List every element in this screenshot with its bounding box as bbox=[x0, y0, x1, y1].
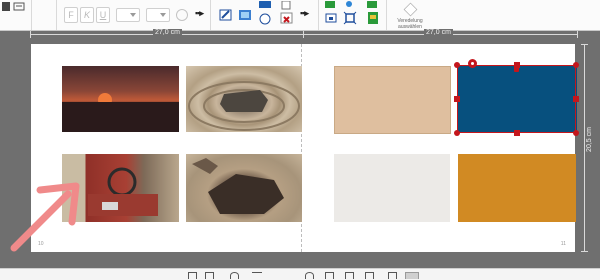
shape-icon[interactable] bbox=[258, 12, 272, 26]
zoom-in-icon[interactable] bbox=[305, 272, 314, 279]
grid-view-icon[interactable] bbox=[205, 272, 214, 279]
expand-icon[interactable] bbox=[345, 272, 354, 279]
fill-color-dropdown[interactable] bbox=[146, 8, 170, 22]
fit-page-icon[interactable] bbox=[325, 272, 334, 279]
resize-handle-bottom-right[interactable] bbox=[573, 130, 579, 136]
annotation-arrow-icon bbox=[10, 182, 80, 252]
light-gray-color-block[interactable] bbox=[334, 154, 450, 222]
resize-handle-top-inner[interactable] bbox=[514, 67, 519, 72]
resize-handle-top-right[interactable] bbox=[573, 62, 579, 68]
more-dots-icon[interactable]: ▪▪▸ bbox=[300, 8, 309, 19]
bottom-toolbar bbox=[0, 268, 600, 280]
horizontal-ruler: 27,0 cm 27,0 cm bbox=[30, 29, 578, 40]
resize-handle-right[interactable] bbox=[573, 96, 579, 102]
fullscreen-icon[interactable] bbox=[365, 272, 374, 279]
refinement-dropdown[interactable]: Veredelung auswählen bbox=[392, 2, 428, 30]
resize-handle-bottom[interactable] bbox=[514, 130, 520, 136]
orange-color-block[interactable] bbox=[458, 154, 576, 222]
crop-icon[interactable] bbox=[324, 11, 338, 25]
italic-button[interactable]: K bbox=[80, 7, 94, 23]
tan-color-block[interactable] bbox=[334, 66, 451, 134]
rotate-handle-icon[interactable] bbox=[468, 59, 477, 68]
right-page-width-label: 27,0 cm bbox=[424, 29, 453, 36]
cover-icon[interactable] bbox=[366, 11, 380, 25]
partial-icon[interactable] bbox=[2, 2, 10, 11]
preview-button[interactable] bbox=[405, 272, 419, 279]
diamond-icon bbox=[403, 2, 417, 17]
resize-frame-icon[interactable] bbox=[343, 11, 357, 25]
left-page-width-label: 27,0 cm bbox=[153, 29, 182, 36]
page-view-icon[interactable] bbox=[188, 272, 197, 279]
image-frame-icon[interactable] bbox=[238, 8, 252, 22]
selection-frame bbox=[457, 65, 576, 133]
top-toolbar: F K U ▪▪▸ ▪▪▸ Veredelung auswählen bbox=[0, 0, 600, 31]
resize-handle-top-left[interactable] bbox=[454, 62, 460, 68]
vertical-ruler: 20,5 cm bbox=[579, 44, 593, 252]
delete-image-icon[interactable] bbox=[280, 11, 294, 25]
underline-button[interactable]: U bbox=[96, 7, 110, 23]
circle-icon[interactable] bbox=[176, 9, 188, 21]
bold-button[interactable]: F bbox=[64, 7, 78, 23]
more-dots-icon[interactable]: ▪▪▸ bbox=[195, 8, 204, 19]
edit-image-icon[interactable] bbox=[219, 8, 233, 22]
zoom-out-icon[interactable] bbox=[230, 272, 239, 279]
resize-handle-left[interactable] bbox=[454, 96, 460, 102]
font-color-dropdown[interactable] bbox=[116, 8, 140, 22]
stone-amphitheater-photo[interactable] bbox=[186, 66, 302, 132]
resize-handle-bottom-left[interactable] bbox=[454, 130, 460, 136]
rock-photo[interactable] bbox=[186, 154, 302, 222]
book-spread: 10 11 bbox=[31, 44, 579, 252]
rotate-view-icon[interactable] bbox=[388, 272, 397, 279]
zoom-slider[interactable] bbox=[252, 272, 262, 279]
card-icon[interactable] bbox=[13, 2, 25, 11]
right-page-number: 11 bbox=[560, 241, 566, 247]
page-height-label: 20,5 cm bbox=[585, 125, 593, 154]
sunset-photo[interactable] bbox=[62, 66, 179, 132]
